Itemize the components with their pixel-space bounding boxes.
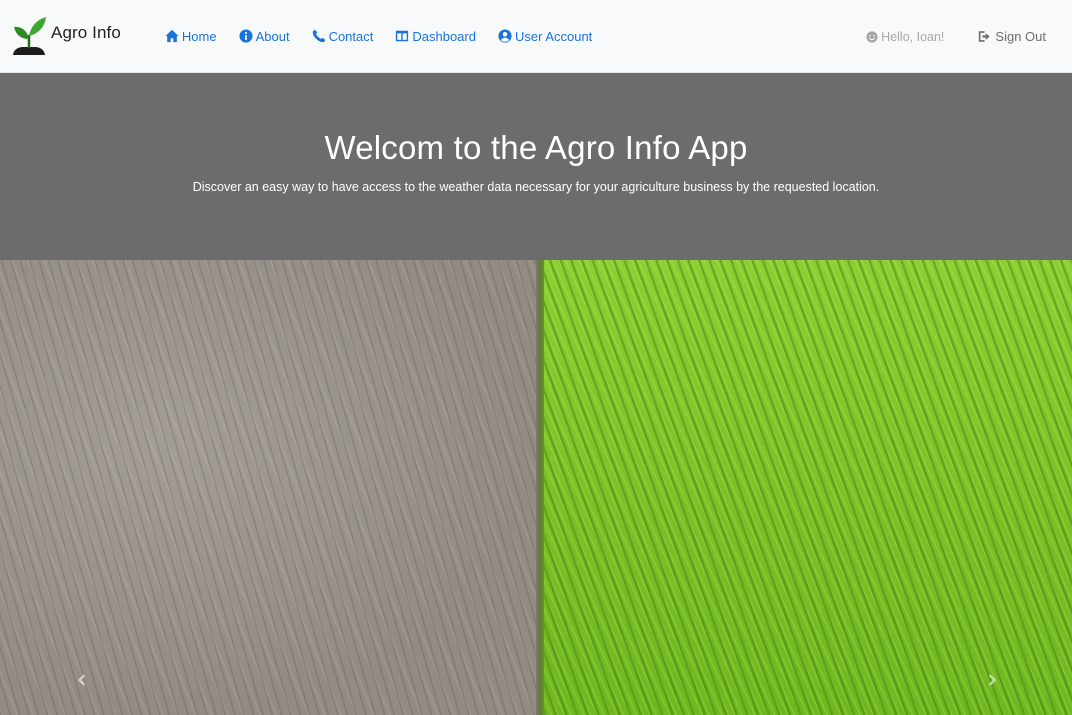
- nav-item-contact[interactable]: Contact: [312, 28, 374, 44]
- nav-item-about[interactable]: About: [239, 29, 290, 44]
- nav-item-label: Home: [181, 28, 217, 44]
- carousel-next-button[interactable]: [981, 668, 1005, 692]
- nav-links: Home About Contact Dashboard User Accoun…: [165, 29, 614, 44]
- nav-item-label: Dashboard: [412, 28, 476, 44]
- brand-link[interactable]: Agro Info: [10, 15, 121, 57]
- sign-out-label: Sign Out: [995, 29, 1046, 44]
- image-carousel: [0, 260, 1072, 715]
- nav-right: Hello, Ioan! Sign Out: [866, 0, 1046, 73]
- nav-item-label: Contact: [328, 28, 374, 44]
- hero-subtitle: Discover an easy way to have access to t…: [192, 180, 880, 194]
- dashboard-icon: [396, 30, 409, 42]
- chevron-left-icon: [77, 674, 86, 686]
- carousel-image-crop-field: [544, 260, 1072, 715]
- hero-banner: Welcom to the Agro Info App Discover an …: [0, 73, 1072, 260]
- nav-item-label: User Account: [514, 28, 593, 44]
- info-icon: [239, 29, 253, 43]
- sign-out-icon: [979, 31, 991, 42]
- phone-icon: [312, 29, 325, 43]
- nav-item-home[interactable]: Home: [165, 29, 217, 44]
- hero-title: Welcom to the Agro Info App: [324, 129, 748, 166]
- brand-name: Agro Info: [51, 23, 121, 42]
- user-greeting: Hello, Ioan!: [866, 30, 944, 44]
- plant-sprout-icon: [13, 17, 46, 55]
- nav-item-label: About: [255, 28, 290, 44]
- chevron-right-icon: [988, 674, 997, 686]
- carousel-image-soil-field: [0, 260, 541, 715]
- navbar: Agro Info Home About Contact Dashboard U…: [0, 0, 1072, 73]
- smile-icon: [866, 30, 878, 43]
- user-circle-icon: [498, 29, 512, 43]
- carousel-prev-button[interactable]: [69, 668, 93, 692]
- home-icon: [165, 29, 179, 43]
- nav-item-user-account[interactable]: User Account: [498, 29, 592, 44]
- nav-item-dashboard[interactable]: Dashboard: [395, 29, 476, 44]
- greeting-text: Hello, Ioan!: [881, 29, 945, 44]
- sign-out-button[interactable]: Sign Out: [978, 29, 1046, 44]
